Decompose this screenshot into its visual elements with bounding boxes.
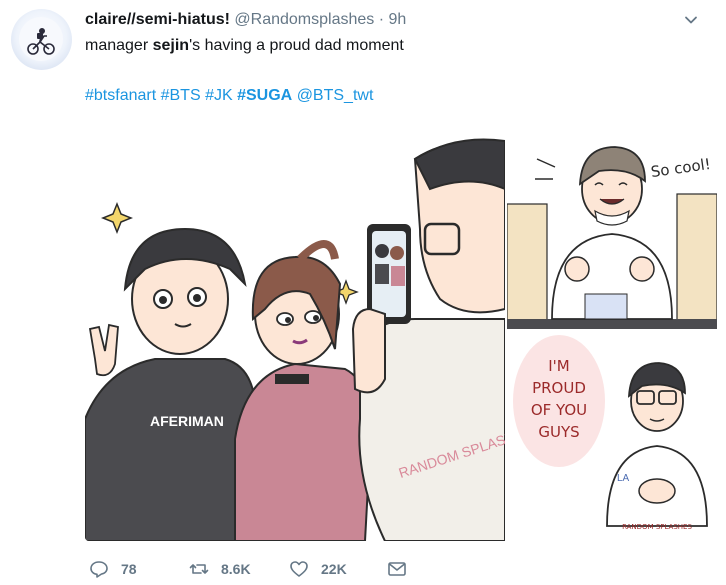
envelope-icon [388, 562, 406, 576]
tweet-actions: 78 8.6K 22K [85, 558, 485, 580]
like-count: 22K [321, 561, 347, 577]
speech-line-1: I'M [548, 357, 570, 375]
watermark-small: RANDOM SPLASHES [622, 523, 692, 531]
bicycle-moon-avatar [19, 17, 63, 61]
like-button[interactable]: 22K [289, 558, 347, 580]
speech-line-4: GUYS [538, 423, 579, 441]
tweet-header: claire//semi-hiatus! @Randomsplashes · 9… [85, 10, 406, 30]
shirt-text: AFERIMAN [150, 413, 224, 429]
hashtag-suga-text: #SUGA [237, 87, 293, 104]
reply-icon [90, 561, 108, 578]
reply-button[interactable]: 78 [89, 558, 137, 580]
hashtag-btsfanart[interactable]: #btsfanart [85, 87, 156, 104]
tweet-text-part: 's having a proud dad moment [189, 37, 404, 54]
heart-icon [290, 561, 308, 577]
tweet[interactable]: claire//semi-hiatus! @Randomsplashes · 9… [0, 0, 726, 585]
tweet-text-bold: sejin [152, 37, 190, 54]
reply-count: 78 [121, 561, 137, 577]
media-grid: AFERIMAN RANDOM SPLASHES So cool! I'M PR… [85, 119, 717, 541]
speech-line-3: OF YOU [531, 401, 587, 419]
display-name[interactable]: claire//semi-hiatus! [85, 11, 230, 28]
hashtag-suga[interactable]: #SUGA [237, 87, 292, 104]
speech-line-2: PROUD [532, 379, 586, 397]
media-image-main[interactable]: AFERIMAN RANDOM SPLASHES [85, 119, 505, 541]
tweet-text: manager sejin's having a proud dad momen… [85, 36, 404, 56]
chevron-down-icon[interactable] [683, 12, 699, 28]
media-image-bottom-right[interactable]: I'M PROUD OF YOU GUYS LA RANDOM SPLASHES [507, 331, 717, 541]
hashtag-bts[interactable]: #BTS [161, 87, 201, 104]
retweet-button[interactable]: 8.6K [189, 558, 251, 580]
hashtag-line: #btsfanart #BTS #JK #SUGA @BTS_twt [85, 86, 373, 106]
media-image-top-right[interactable]: So cool! [507, 119, 717, 329]
user-handle[interactable]: @Randomsplashes [234, 11, 374, 28]
hashtag-jk[interactable]: #JK [205, 87, 233, 104]
retweet-icon [189, 564, 209, 574]
mention-bts-twt[interactable]: @BTS_twt [297, 87, 374, 104]
jersey-badge: LA [617, 473, 630, 484]
avatar[interactable] [11, 9, 72, 70]
retweet-count: 8.6K [221, 561, 251, 577]
direct-message-button[interactable] [387, 558, 407, 580]
timestamp[interactable]: 9h [389, 11, 407, 28]
tweet-text-part: manager [85, 37, 153, 54]
separator-dot: · [378, 11, 385, 28]
